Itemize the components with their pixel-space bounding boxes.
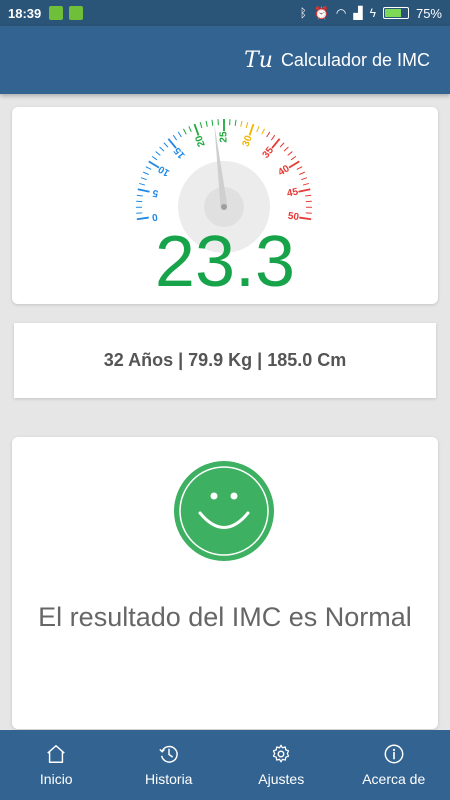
result-card: El resultado del IMC es Normal [12,437,438,729]
gauge-tick-label: 5 [151,187,159,199]
history-icon [159,745,178,763]
gauge-minor-tick [155,151,161,156]
gauge-minor-tick [183,128,187,135]
gauge-minor-tick [261,128,265,135]
bluetooth-icon: ᛒ [299,6,307,20]
gauge-minor-tick [256,126,260,133]
user-info-text: 32 Años | 79.9 Kg | 185.0 Cm [103,350,347,370]
gauge-minor-tick [140,177,147,181]
gauge-minor-tick [302,182,309,186]
nav-label: Acerca de [362,771,426,787]
gauge-major-tick [193,123,200,136]
gauge-minor-tick [245,122,249,129]
gauge-major-tick [298,188,311,193]
nav-label: Inicio [39,771,73,787]
gauge-minor-tick [305,194,312,197]
home-icon [47,745,65,763]
bmi-value: 23.3 [154,222,296,302]
gauge-minor-tick [205,120,208,127]
bottom-navigation: Inicio Historia Ajustes Acerca de [0,730,450,800]
gauge-minor-tick [287,151,293,156]
result-text: El resultado del IMC es Normal [38,602,412,632]
status-bar: 18:39 ᛒ ⏰ ◠ ▟ ϟ 75% [0,0,450,26]
gauge-tick-label: 0 [151,211,158,223]
sim-icon [49,6,64,20]
gauge-minor-tick [283,146,289,152]
status-time: 18:39 [8,5,42,21]
app-logo: Tu [244,47,273,73]
gauge-minor-tick [279,142,285,148]
charging-icon: ϟ [369,6,376,20]
nav-item-inicio[interactable]: Inicio [0,730,113,800]
battery-icon [382,7,409,19]
smiley-face-icon [174,461,274,561]
status-indicators: ᛒ ⏰ ◠ ▟ ϟ 75% [300,6,442,21]
gauge-minor-tick [143,171,149,175]
gauge-tick-label: 20 [193,134,207,149]
gauge-minor-tick [296,166,303,170]
nav-item-acerca-de[interactable]: Acerca de [338,730,450,800]
gauge-minor-tick [266,131,271,138]
gauge-minor-tick [177,131,182,138]
gear-icon [273,744,290,763]
gauge-minor-tick [172,134,178,141]
gauge-tick-label: 30 [241,134,255,149]
alarm-icon: ⏰ [313,6,329,20]
gauge-minor-tick [270,134,276,141]
app-bar: Tu Calculador de IMC [0,26,450,94]
gauge-minor-tick [151,155,158,161]
gauge-minor-tick [199,122,203,129]
gauge-tick-label: 35 [261,145,277,161]
nav-label: Ajustes [258,771,305,787]
app-title: Calculador de IMC [280,49,430,70]
gauge-tick-label: 40 [276,163,292,178]
user-info-card: 32 Años | 79.9 Kg | 185.0 Cm [14,323,436,398]
gauge-minor-tick [139,182,146,186]
gauge-minor-tick [159,146,165,152]
gauge-minor-tick [290,155,297,161]
gauge-major-tick [288,160,300,169]
nav-item-ajustes[interactable]: Ajustes [225,730,338,800]
gauge-tick-label: 25 [219,131,230,143]
gauge-major-tick [167,138,177,149]
gauge-tick-label: 45 [286,186,300,199]
gauge-major-tick [148,160,160,169]
bmi-gauge-card: 0 5 10 15 20 25 30 35 40 45 50 23.3 [12,107,438,304]
gauge-major-tick [271,138,281,149]
gauge-minor-tick [234,119,237,126]
gauge-major-tick [136,216,149,221]
info-icon [384,744,404,764]
gauge-minor-tick [240,120,243,127]
gauge-minor-tick [163,142,169,148]
battery-level [384,9,401,17]
gauge-minor-tick [136,194,143,197]
gauge-tick-label: 10 [156,163,172,178]
battery-percent: 75% [415,5,442,21]
nav-label: Historia [145,771,193,787]
gauge-minor-tick [299,171,305,175]
signal-icon: ▟ [353,6,363,20]
gauge-minor-tick [211,119,214,126]
gauge-major-tick [137,188,150,193]
gauge-pivot [221,204,227,210]
gauge-major-tick [299,216,312,221]
gauge-major-tick [248,123,255,136]
gauge-minor-tick [145,166,152,170]
gauge-minor-tick [301,177,308,181]
nav-item-historia[interactable]: Historia [113,730,226,800]
alarm-app-icon [69,6,84,20]
wifi-icon: ◠ [335,6,347,20]
gauge-minor-tick [188,126,192,133]
